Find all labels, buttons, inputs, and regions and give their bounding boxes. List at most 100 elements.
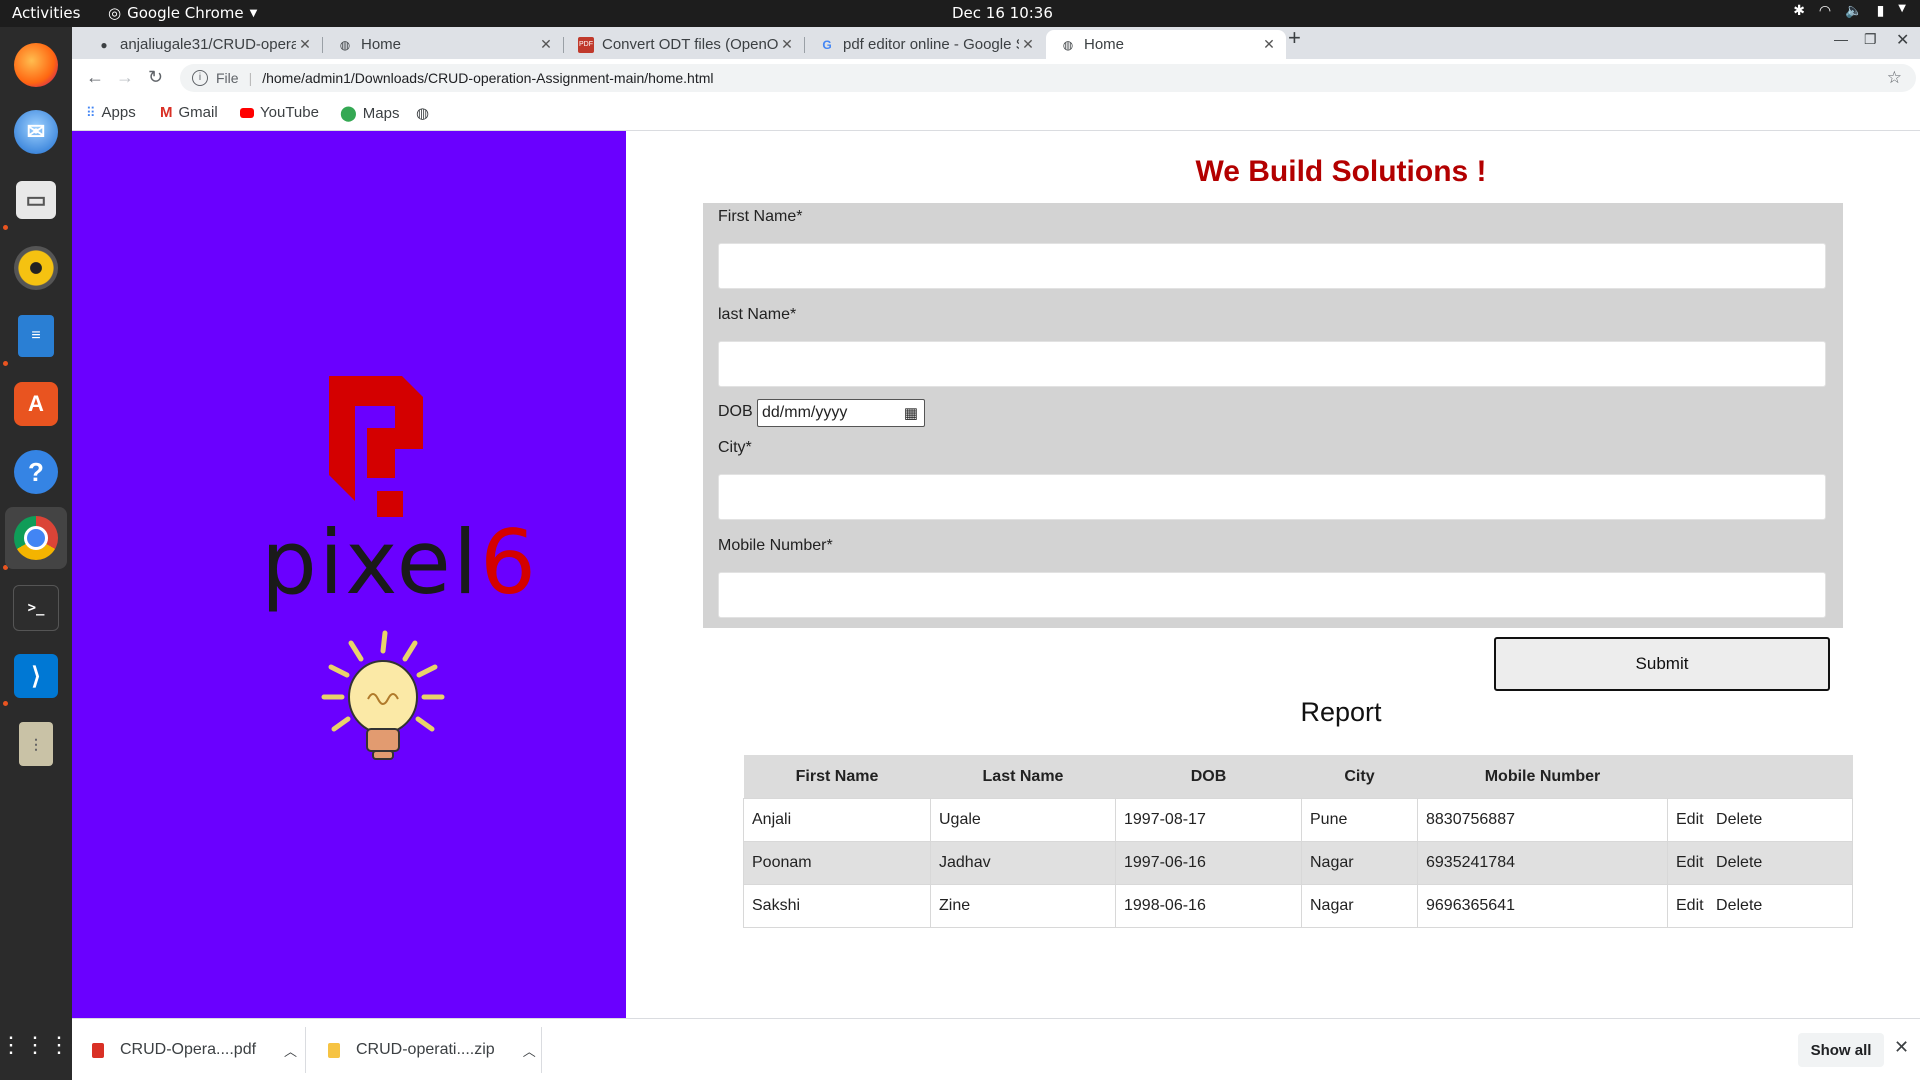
address-scheme: File [216, 70, 239, 86]
show-applications-button[interactable]: ⋮⋮⋮ [0, 1019, 70, 1071]
tab-0[interactable]: ● anjaliugale31/CRUD-operation ✕ [82, 30, 322, 59]
info-icon[interactable]: i [192, 70, 208, 86]
last-name-label: last Name* [718, 306, 797, 323]
cell-city: Nagar [1301, 884, 1418, 928]
tab-3[interactable]: G pdf editor online - Google Search ✕ [805, 30, 1045, 59]
close-icon[interactable]: ✕ [778, 36, 796, 53]
table-header-row: First Name Last Name DOB City Mobile Num… [743, 755, 1853, 799]
submit-button[interactable]: Submit [1494, 637, 1830, 691]
address-divider: | [248, 70, 253, 86]
maps-pin-icon: ⬤ [340, 105, 357, 122]
cell-mobile: 6935241784 [1417, 841, 1668, 885]
cell-last-name: Zine [930, 884, 1116, 928]
dock-chrome[interactable] [5, 507, 67, 569]
vscode-icon: ⟩ [14, 654, 58, 698]
cell-first-name: Sakshi [743, 884, 931, 928]
close-icon[interactable]: ✕ [537, 36, 555, 53]
system-top-bar: Activities ◎ Google Chrome ▼ Dec 16 10:3… [0, 0, 1920, 27]
app-menu[interactable]: ◎ Google Chrome ▼ [108, 4, 257, 22]
dob-date-input[interactable]: dd/mm/yyyy ▦ [757, 399, 925, 427]
minimize-button[interactable]: — [1834, 31, 1848, 47]
forward-button[interactable]: → [116, 67, 134, 88]
files-icon: ▭ [16, 181, 56, 219]
cell-actions: Edit Delete [1667, 884, 1853, 928]
mobile-input[interactable] [718, 572, 1826, 618]
close-icon[interactable]: ✕ [296, 36, 314, 53]
cell-city: Pune [1301, 798, 1418, 842]
cell-mobile: 8830756887 [1417, 798, 1668, 842]
close-icon[interactable]: ✕ [1260, 36, 1278, 53]
running-indicator [3, 225, 8, 230]
restore-button[interactable]: ❐ [1864, 31, 1877, 48]
bookmark-globe[interactable]: ◍ [416, 104, 429, 122]
clock[interactable]: Dec 16 10:36 [952, 4, 1053, 22]
bookmark-youtube[interactable]: YouTube [240, 104, 319, 121]
bookmark-star-icon[interactable]: ☆ [1887, 68, 1902, 88]
tab-1[interactable]: ◍ Home ✕ [323, 30, 563, 59]
activities-button[interactable]: Activities [12, 4, 80, 22]
web-page: pixel 6 We Build Solutions ! First Name*… [72, 131, 1920, 1018]
window-close-button[interactable]: ✕ [1896, 30, 1909, 50]
bookmark-apps[interactable]: ⠿ Apps [86, 104, 136, 121]
download-item-zip[interactable]: CRUD-operati....zip ︿ [328, 1019, 536, 1081]
help-icon: ? [14, 450, 58, 494]
delete-link[interactable]: Delete [1716, 811, 1762, 828]
edit-link[interactable]: Edit [1676, 811, 1704, 828]
download-separator [305, 1027, 306, 1073]
dock-thunderbird[interactable]: ✉ [10, 106, 62, 158]
table-row: Sakshi Zine 1998-06-16 Nagar 9696365641 … [743, 884, 1853, 928]
new-tab-button[interactable]: + [1288, 25, 1301, 51]
reload-button[interactable]: ↻ [148, 67, 163, 88]
city-input[interactable] [718, 474, 1826, 520]
edit-link[interactable]: Edit [1676, 897, 1704, 914]
dob-label: DOB [718, 403, 753, 420]
chevron-up-icon[interactable]: ︿ [523, 1041, 536, 1060]
city-label: City* [718, 439, 752, 456]
edit-link[interactable]: Edit [1676, 854, 1704, 871]
cell-dob: 1997-08-17 [1115, 798, 1302, 842]
writer-icon: ≡ [18, 315, 54, 357]
bookmark-maps[interactable]: ⬤ Maps [340, 104, 399, 123]
main-content: We Build Solutions ! First Name* last Na… [626, 131, 1920, 1018]
table-row: Poonam Jadhav 1997-06-16 Nagar 693524178… [743, 841, 1853, 885]
tab-title: Home [361, 36, 402, 53]
download-filename: CRUD-Opera....pdf [120, 1041, 257, 1058]
running-indicator [3, 701, 8, 706]
address-bar[interactable]: i File | /home/admin1/Downloads/CRUD-ope… [180, 64, 1916, 92]
dock-vscode[interactable]: ⟩ [10, 650, 62, 702]
back-button[interactable]: ← [86, 67, 104, 88]
download-item-pdf[interactable]: CRUD-Opera....pdf ︿ [92, 1019, 297, 1081]
dock-archive[interactable]: ⋮ [10, 718, 62, 770]
github-icon: ● [100, 37, 108, 52]
system-tray[interactable]: ✱ ◠ 🔈 ▮ ▼ [1793, 3, 1906, 19]
cell-last-name: Jadhav [930, 841, 1116, 885]
last-name-input[interactable] [718, 341, 1826, 387]
tab-4-active[interactable]: ◍ Home ✕ [1046, 30, 1286, 59]
delete-link[interactable]: Delete [1716, 854, 1762, 871]
dock-terminal[interactable]: >_ [10, 582, 62, 634]
delete-link[interactable]: Delete [1716, 897, 1762, 914]
dock-rhythmbox[interactable] [10, 242, 62, 294]
pixel6-logo: pixel 6 [261, 376, 536, 760]
terminal-icon: >_ [13, 585, 59, 631]
cell-city: Nagar [1301, 841, 1418, 885]
bookmark-gmail[interactable]: M Gmail [160, 104, 218, 121]
dock-writer[interactable]: ≡ [10, 310, 62, 362]
dock-software[interactable]: A [10, 378, 62, 430]
download-shelf: CRUD-Opera....pdf ︿ CRUD-operati....zip … [72, 1018, 1920, 1081]
brand-panel: pixel 6 [72, 131, 626, 1018]
software-center-icon: A [14, 382, 58, 426]
close-icon[interactable]: ✕ [1894, 1037, 1909, 1058]
dock-help[interactable]: ? [10, 446, 62, 498]
show-all-button[interactable]: Show all [1798, 1033, 1884, 1067]
close-icon[interactable]: ✕ [1019, 36, 1037, 53]
tab-title: Home [1084, 36, 1125, 53]
dock-files[interactable]: ▭ [10, 174, 62, 226]
dock-firefox[interactable] [10, 39, 62, 91]
tab-2[interactable]: PDF Convert ODT files (OpenOffice ✕ [564, 30, 804, 59]
column-header: DOB [1115, 755, 1302, 799]
calendar-icon[interactable]: ▦ [904, 401, 918, 427]
chevron-up-icon[interactable]: ︿ [284, 1041, 297, 1060]
dock: ✉ ▭ ≡ A ? >_ ⟩ ⋮ ⋮⋮⋮ [0, 27, 72, 1080]
first-name-input[interactable] [718, 243, 1826, 289]
